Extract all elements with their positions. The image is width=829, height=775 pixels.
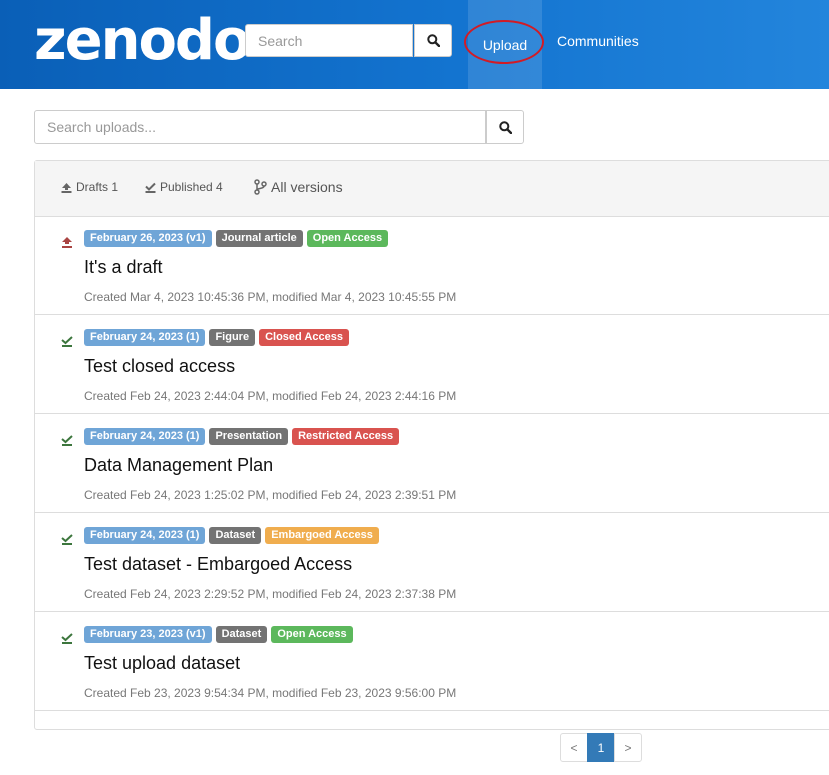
upload-list-item[interactable]: February 24, 2023 (1) Figure Closed Acce… (35, 315, 829, 414)
filter-published[interactable]: Published 4 (145, 180, 223, 194)
uploads-filter-bar: Drafts 1 Published 4 All versions (35, 161, 829, 217)
item-meta: Created Feb 23, 2023 9:54:34 PM, modifie… (84, 686, 457, 700)
header-search (245, 24, 452, 57)
branch-icon (254, 179, 267, 195)
check-icon (61, 534, 73, 545)
date-badge: February 23, 2023 (v1) (84, 626, 212, 643)
nav-upload[interactable]: Upload (464, 0, 544, 89)
item-labels: February 26, 2023 (v1) Journal article O… (84, 230, 392, 247)
item-title[interactable]: Test upload dataset (84, 653, 240, 674)
uploads-search-input[interactable] (34, 110, 486, 144)
upload-list-item[interactable]: February 24, 2023 (1) Dataset Embargoed … (35, 513, 829, 612)
item-title[interactable]: It's a draft (84, 257, 162, 278)
pagination-next[interactable]: > (614, 733, 642, 762)
type-badge: Journal article (215, 230, 303, 247)
item-labels: February 24, 2023 (1) Figure Closed Acce… (84, 329, 353, 346)
type-badge: Figure (209, 329, 256, 346)
uploads-search-button[interactable] (486, 110, 524, 144)
item-meta: Created Feb 24, 2023 2:29:52 PM, modifie… (84, 587, 457, 601)
type-badge: Dataset (215, 626, 268, 643)
pagination-page-1[interactable]: 1 (587, 733, 615, 762)
check-icon (61, 435, 73, 446)
access-badge: Restricted Access (292, 428, 400, 445)
nav-communities[interactable]: Communities (557, 0, 639, 82)
upload-icon (62, 237, 72, 248)
filter-published-label: Published 4 (160, 180, 223, 194)
date-badge: February 24, 2023 (1) (84, 527, 206, 544)
access-badge: Embargoed Access (265, 527, 379, 544)
item-title[interactable]: Test dataset - Embargoed Access (84, 554, 352, 575)
type-badge: Presentation (209, 428, 289, 445)
pagination-prev[interactable]: < (560, 733, 588, 762)
pagination: < 1 > (560, 733, 642, 762)
top-navbar: zenodo Upload Communities (0, 0, 829, 89)
upload-list-item[interactable]: February 26, 2023 (v1) Journal article O… (35, 216, 829, 315)
item-meta: Created Mar 4, 2023 10:45:36 PM, modifie… (84, 290, 457, 304)
uploads-search (34, 110, 524, 144)
upload-list-item[interactable]: February 24, 2023 (1) Presentation Restr… (35, 414, 829, 513)
check-icon (61, 633, 73, 644)
item-labels: February 24, 2023 (1) Dataset Embargoed … (84, 527, 383, 544)
filter-all-versions-label: All versions (271, 179, 343, 195)
uploads-panel: Drafts 1 Published 4 All versions Februa… (34, 160, 829, 730)
upload-icon (61, 182, 72, 193)
item-labels: February 24, 2023 (1) Presentation Restr… (84, 428, 403, 445)
check-icon (61, 336, 73, 347)
highlight-ring (464, 20, 544, 64)
access-badge: Open Access (271, 626, 353, 643)
filter-drafts-label: Drafts 1 (76, 180, 119, 194)
header-search-button[interactable] (414, 24, 452, 57)
item-meta: Created Feb 24, 2023 2:44:04 PM, modifie… (84, 389, 457, 403)
date-badge: February 24, 2023 (1) (84, 329, 206, 346)
header-search-input[interactable] (245, 24, 413, 57)
item-title[interactable]: Test closed access (84, 356, 235, 377)
check-icon (145, 182, 156, 193)
type-badge: Dataset (209, 527, 262, 544)
zenodo-logo[interactable]: zenodo (34, 6, 251, 76)
access-badge: Closed Access (259, 329, 349, 346)
date-badge: February 24, 2023 (1) (84, 428, 206, 445)
date-badge: February 26, 2023 (v1) (84, 230, 212, 247)
item-title[interactable]: Data Management Plan (84, 455, 273, 476)
item-meta: Created Feb 24, 2023 1:25:02 PM, modifie… (84, 488, 457, 502)
access-badge: Open Access (306, 230, 389, 247)
upload-list-item[interactable]: February 23, 2023 (v1) Dataset Open Acce… (35, 612, 829, 711)
search-icon (426, 34, 440, 47)
filter-drafts[interactable]: Drafts 1 (61, 180, 118, 194)
filter-all-versions[interactable]: All versions (253, 179, 343, 195)
search-icon (498, 120, 512, 134)
item-labels: February 23, 2023 (v1) Dataset Open Acce… (84, 626, 357, 643)
